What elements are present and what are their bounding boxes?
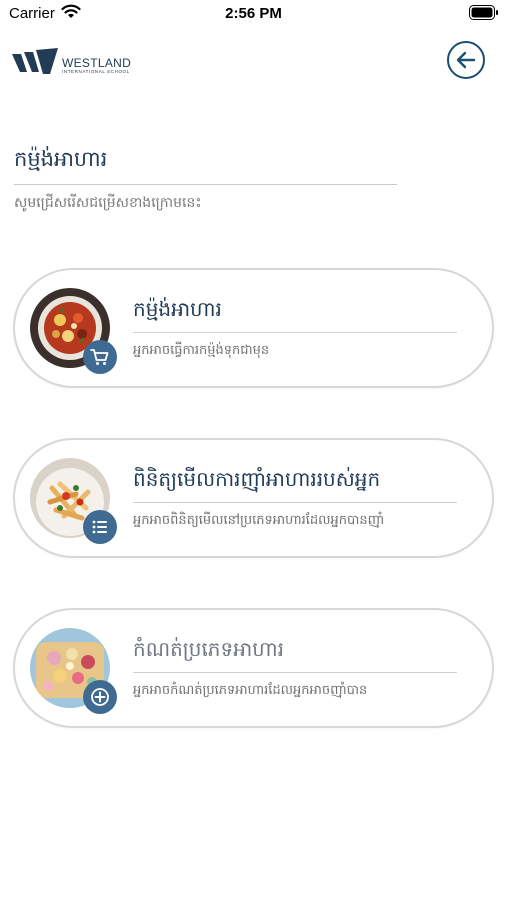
card-title: កម្ម៉ង់អាហារ [133, 297, 222, 321]
list-badge [83, 510, 117, 544]
back-button[interactable] [447, 41, 485, 79]
logo-subtitle: INTERNATIONAL SCHOOL [62, 69, 130, 74]
page-subtitle: សូមជ្រើសរើសជម្រើសខាងក្រោមនេះ [14, 195, 202, 211]
logo-name: WESTLAND [62, 56, 132, 70]
page-title: កម្ម៉ង់អាហារ [14, 147, 108, 171]
title-divider [14, 184, 397, 185]
plus-circle-icon [91, 688, 109, 706]
card-description: អ្នកអាចកំណត់ប្រភេទអាហារដែលអ្នកអាចញ៉ាំបាន [133, 683, 368, 698]
card-divider [133, 502, 457, 503]
card-description: អ្នកអាចធ្វើការកម្ម៉ង់ទុកជាមុន [133, 343, 270, 358]
westland-logo-mark [12, 48, 58, 74]
order-food-card[interactable]: កម្ម៉ង់អាហារ អ្នកអាចធ្វើការកម្ម៉ង់ទុកជាម… [13, 268, 494, 388]
card-title: ពិនិត្យមើលការញ៉ាំអាហាររបស់អ្នក [133, 467, 381, 491]
status-time: 2:56 PM [225, 5, 282, 22]
card-title: កំណត់ប្រភេទអាហារ [133, 637, 284, 661]
view-meals-card[interactable]: ពិនិត្យមើលការញ៉ាំអាហាររបស់អ្នក អ្នកអាចពិ… [13, 438, 494, 558]
arrow-left-icon [456, 51, 476, 69]
card-description: អ្នកអាចពិនិត្យមើលនៅប្រភេទអាហារដែលអ្នកបាន… [133, 513, 385, 528]
list-icon [92, 520, 107, 534]
card-divider [133, 672, 457, 673]
add-badge [83, 680, 117, 714]
card-divider [133, 332, 457, 333]
school-logo: WESTLAND INTERNATIONAL SCHOOL [12, 46, 142, 78]
battery-icon [469, 5, 499, 20]
cart-icon [90, 349, 109, 365]
cart-badge [83, 340, 117, 374]
set-food-type-card[interactable]: កំណត់ប្រភេទអាហារ អ្នកអាចកំណត់ប្រភេទអាហារ… [13, 608, 494, 728]
status-bar: Carrier 2:56 PM [0, 0, 507, 30]
